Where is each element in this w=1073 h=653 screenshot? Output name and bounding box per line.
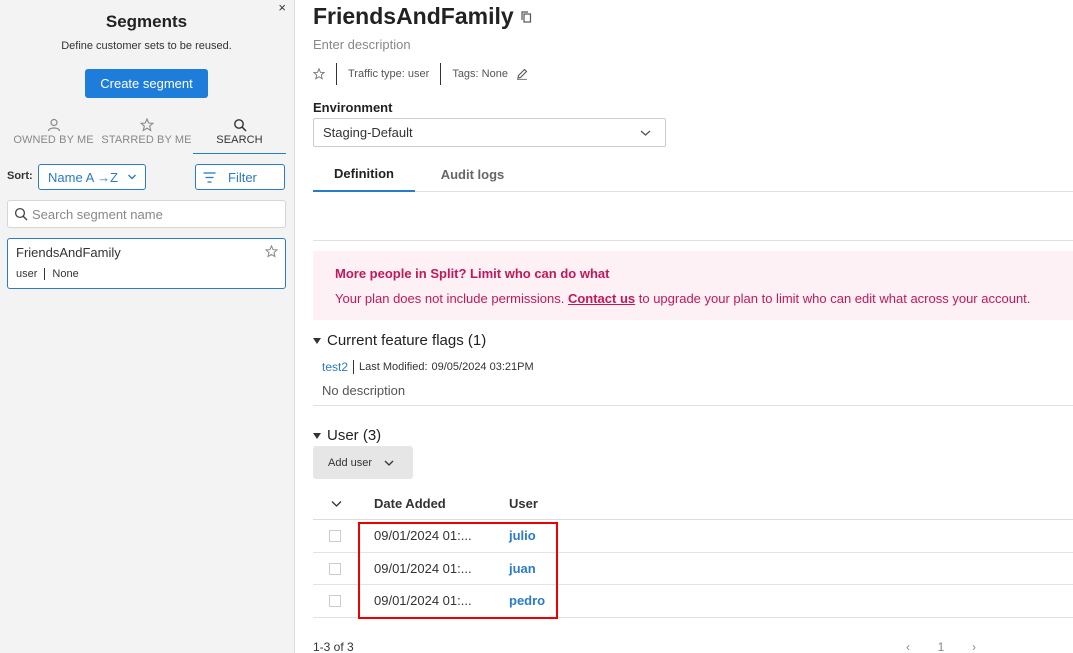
feature-flags-heading: Current feature flags (1) — [327, 332, 487, 349]
users-toggle[interactable]: User (3) — [313, 427, 381, 444]
caret-down-icon — [313, 432, 321, 439]
segment-tags: None — [52, 268, 79, 280]
sidebar-tabs: OWNED BY ME STARRED BY ME SEARCH — [7, 118, 286, 154]
divider — [353, 360, 355, 374]
segment-title: FriendsAndFamily — [313, 3, 514, 29]
users-table: Date Added User 09/01/2024 01:... julio … — [313, 486, 1073, 618]
environment-select[interactable]: Staging-Default — [313, 118, 666, 147]
traffic-type: Traffic type: user — [348, 68, 430, 80]
feature-flag-description: No description — [322, 383, 406, 398]
sort-value: Name A →Z — [48, 169, 119, 185]
star-icon[interactable] — [265, 245, 278, 258]
search-icon — [233, 119, 247, 132]
add-user-button[interactable]: Add user — [313, 446, 413, 479]
tab-owned-by-me[interactable]: OWNED BY ME — [7, 118, 100, 154]
last-modified-label: Last Modified: — [359, 361, 428, 373]
segment-detail: FriendsAndFamily Enter description Traff… — [296, 0, 1073, 653]
filter-label: Filter — [228, 169, 257, 185]
add-user-label: Add user — [328, 456, 373, 469]
table-row: 09/01/2024 01:... juan — [313, 553, 1073, 585]
sort-label: Sort: — [7, 170, 33, 182]
search-input[interactable] — [32, 206, 272, 222]
date-added-cell: 09/01/2024 01:... — [374, 528, 472, 543]
user-link[interactable]: pedro — [509, 593, 545, 608]
column-user[interactable]: User — [509, 496, 538, 511]
search-icon — [14, 207, 28, 221]
caret-down-icon — [313, 337, 321, 344]
feature-flag-link[interactable]: test2 — [322, 360, 348, 374]
tab-starred-by-me[interactable]: STARRED BY ME — [100, 118, 193, 154]
chevron-down-icon — [384, 460, 394, 466]
pencil-icon[interactable] — [516, 68, 528, 80]
filter-icon — [203, 171, 216, 183]
chevron-down-icon — [640, 130, 651, 136]
last-modified-value: 09/05/2024 03:21PM — [431, 361, 534, 373]
sidebar-title: Segments — [105, 12, 188, 31]
filter-button[interactable]: Filter — [195, 164, 285, 190]
pagination-count: 1-3 of 3 — [313, 640, 354, 653]
environment-label: Environment — [313, 100, 393, 115]
divider — [313, 405, 1073, 406]
table-row: 09/01/2024 01:... pedro — [313, 585, 1073, 618]
banner-text: Your plan does not include permissions. … — [335, 291, 1030, 306]
pagination: ‹ 1 › — [906, 640, 976, 653]
divider — [336, 63, 337, 85]
tags: Tags: None — [452, 68, 508, 80]
feature-flag-item: test2 Last Modified: 09/05/2024 03:21PM — [322, 360, 534, 374]
tab-label: STARRED BY ME — [101, 134, 192, 146]
sidebar-subtitle: Define customer sets to be reused. — [61, 40, 232, 52]
banner-text-after: to upgrade your plan to limit who can ed… — [635, 291, 1031, 306]
page-title: FriendsAndFamily — [313, 3, 532, 30]
row-checkbox[interactable] — [329, 595, 341, 607]
date-added-cell: 09/01/2024 01:... — [374, 593, 472, 608]
environment-value: Staging-Default — [323, 125, 413, 140]
star-icon[interactable] — [313, 68, 325, 80]
next-page-icon[interactable]: › — [972, 640, 976, 653]
table-row: 09/01/2024 01:... julio — [313, 520, 1073, 553]
segment-meta-row: Traffic type: user Tags: None — [313, 63, 528, 85]
row-checkbox[interactable] — [329, 530, 341, 542]
feature-flags-toggle[interactable]: Current feature flags (1) — [313, 332, 486, 349]
segments-sidebar: × Segments Define customer sets to be re… — [0, 0, 295, 653]
permissions-banner: More people in Split? Limit who can do w… — [313, 251, 1073, 320]
column-date-added[interactable]: Date Added — [374, 496, 446, 511]
contact-us-link[interactable]: Contact us — [568, 291, 635, 306]
date-added-cell: 09/01/2024 01:... — [374, 560, 472, 576]
sort-select[interactable]: Name A →Z — [38, 164, 146, 190]
divider — [44, 268, 46, 280]
chevron-down-icon[interactable] — [331, 500, 342, 508]
divider — [440, 63, 442, 85]
user-link[interactable]: julio — [509, 528, 536, 543]
banner-text-before: Your plan does not include permissions. — [335, 291, 568, 306]
divider — [313, 240, 1073, 241]
banner-title: More people in Split? Limit who can do w… — [335, 266, 610, 281]
tab-audit-logs[interactable]: Audit logs — [415, 156, 530, 192]
description-field[interactable]: Enter description — [313, 37, 411, 52]
page-number[interactable]: 1 — [938, 640, 945, 653]
segment-list-item[interactable]: FriendsAndFamily user None — [7, 238, 286, 289]
person-icon — [47, 118, 60, 132]
prev-page-icon[interactable]: ‹ — [906, 640, 910, 653]
user-link[interactable]: juan — [509, 561, 536, 576]
segment-name: FriendsAndFamily — [16, 245, 121, 260]
tab-definition[interactable]: Definition — [313, 156, 415, 192]
star-icon — [139, 118, 154, 132]
tab-label: SEARCH — [216, 134, 263, 146]
table-header: Date Added User — [313, 486, 1073, 520]
create-segment-button[interactable]: Create segment — [85, 69, 208, 98]
chevron-down-icon — [128, 174, 136, 180]
detail-tabs: Definition Audit logs — [313, 156, 1073, 192]
users-heading: User (3) — [327, 427, 382, 444]
segment-meta: user None — [16, 268, 79, 280]
tab-search[interactable]: SEARCH — [193, 118, 286, 154]
row-checkbox[interactable] — [329, 562, 341, 575]
copy-icon[interactable] — [521, 10, 532, 23]
segment-traffic-type: user — [16, 268, 38, 280]
tab-label: OWNED BY ME — [13, 134, 94, 146]
segment-search[interactable] — [7, 200, 286, 228]
